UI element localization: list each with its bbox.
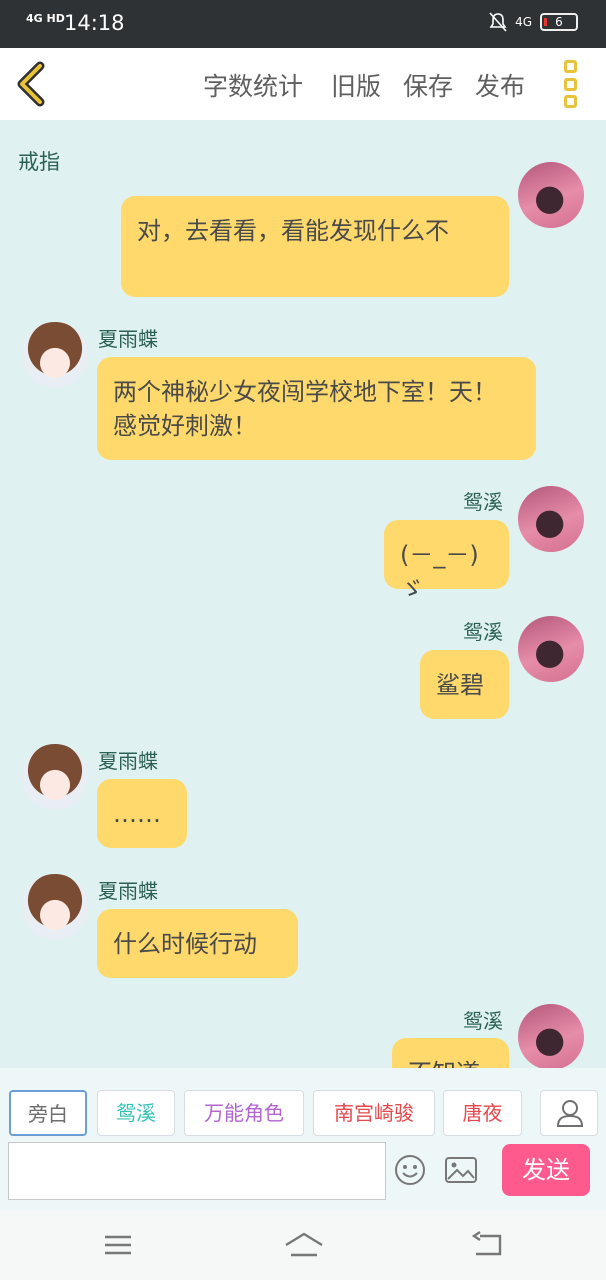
status-bar: 4G HD 14:18 4G 6 [0,0,606,48]
send-button[interactable]: 发送 [502,1144,590,1196]
chat-bubble[interactable]: 鲨碧 [420,650,509,719]
sender-name: 夏雨蝶 [98,327,158,351]
avatar[interactable] [518,1004,584,1068]
role-chip-yuanxi[interactable]: 鸳溪 [97,1090,175,1136]
role-chip-narration[interactable]: 旁白 [9,1090,87,1136]
emoji-button[interactable] [394,1154,426,1186]
menu-button[interactable] [102,1230,134,1264]
chat-title: 戒指 [18,150,60,174]
chat-bubble[interactable]: (－_－) ゞ [384,520,509,603]
person-icon [556,1100,584,1127]
home-icon [285,1232,323,1257]
avatar[interactable] [518,616,584,682]
return-icon [471,1231,502,1256]
sender-name: 夏雨蝶 [98,749,158,773]
battery-icon: 6 [540,13,578,31]
home-button[interactable] [283,1230,325,1264]
chat-bubble[interactable]: 不知道 [392,1038,509,1068]
more-menu-icon[interactable] [564,60,580,108]
image-icon [445,1157,477,1183]
input-area: 旁白 鸳溪 万能角色 南宫崎骏 唐夜 发送 [0,1068,606,1210]
system-nav-bar [0,1210,606,1280]
avatar[interactable] [518,486,584,552]
chat-area[interactable]: 戒指 对，去看看，看能发现什么不 夏雨蝶 两个神秘少女夜闯学校地下室！天！感觉好… [0,120,606,1068]
mute-notification-icon [489,12,507,32]
hamburger-icon [105,1235,131,1255]
sender-name: 夏雨蝶 [98,879,158,903]
role-chip-bar[interactable]: 旁白 鸳溪 万能角色 南宫崎骏 唐夜 [0,1088,606,1138]
avatar[interactable] [22,874,88,940]
smile-icon [395,1155,425,1185]
message-input[interactable] [8,1142,386,1200]
word-count-button[interactable]: 字数统计 [203,67,303,103]
role-chip-tangye[interactable]: 唐夜 [443,1090,522,1136]
chevron-left-icon [17,61,45,107]
sender-name: 鸳溪 [463,490,503,514]
avatar[interactable] [22,744,88,810]
network-label: 4G [515,15,532,29]
battery-level: 6 [555,15,563,29]
old-version-button[interactable]: 旧版 [331,67,381,103]
chat-bubble[interactable]: 两个神秘少女夜闯学校地下室！天！感觉好刺激！ [97,357,536,460]
chat-bubble[interactable]: 对，去看看，看能发现什么不 [121,196,509,297]
back-nav-button[interactable] [470,1230,506,1264]
status-right: 4G 6 [489,12,578,32]
sender-name: 鸳溪 [463,620,503,644]
chat-bubble[interactable]: 什么时候行动 [97,909,298,978]
signal-indicator: 4G HD [26,12,65,25]
role-chip-nangong[interactable]: 南宫崎骏 [313,1090,435,1136]
avatar[interactable] [22,322,88,388]
save-button[interactable]: 保存 [403,67,453,103]
role-manage-button[interactable] [540,1090,598,1136]
avatar[interactable] [518,162,584,228]
clock: 14:18 [64,11,125,35]
back-button[interactable] [14,60,54,108]
role-chip-universal[interactable]: 万能角色 [184,1090,304,1136]
chat-bubble[interactable]: …… [97,779,187,848]
publish-button[interactable]: 发布 [475,67,525,103]
editor-header: 字数统计 旧版 保存 发布 [0,48,606,120]
sender-name: 鸳溪 [463,1009,503,1033]
image-button[interactable] [444,1154,478,1186]
